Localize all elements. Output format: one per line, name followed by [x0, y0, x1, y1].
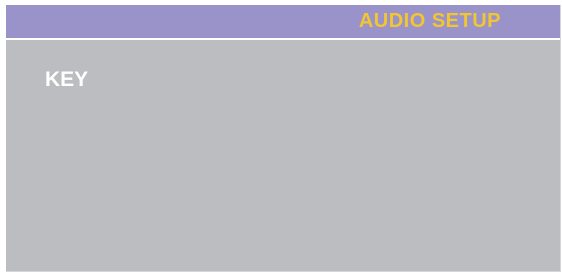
menu-title: AUDIO SETUP	[358, 10, 501, 32]
menu-header: AUDIO SETUP	[6, 5, 560, 40]
menu-item-key[interactable]: KEY	[45, 67, 88, 93]
menu-body: KEY	[6, 40, 560, 271]
audio-setup-panel: AUDIO SETUP KEY	[6, 5, 561, 272]
